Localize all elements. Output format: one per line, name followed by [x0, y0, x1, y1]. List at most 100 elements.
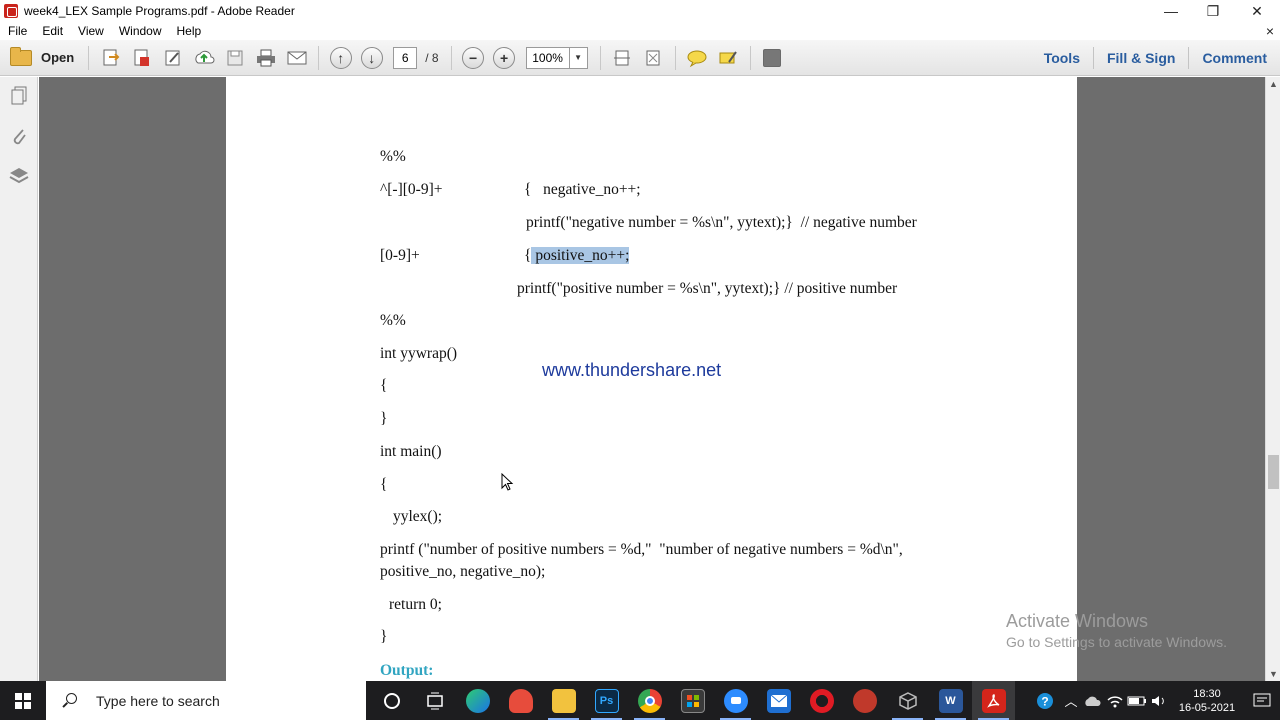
app-red-icon — [852, 688, 877, 713]
email-button[interactable] — [284, 45, 310, 71]
word-button[interactable]: W — [929, 681, 972, 720]
photoshop-button[interactable]: Ps — [585, 681, 628, 720]
tools-button[interactable]: Tools — [1031, 50, 1093, 66]
mail-button[interactable] — [757, 681, 800, 720]
fit-width-button[interactable] — [609, 45, 635, 71]
document-viewport[interactable]: %% ^[-][0-9]+ { negative_no++; printf("n… — [39, 77, 1265, 681]
zoom-value: 100% — [532, 50, 563, 65]
file-explorer-button[interactable] — [542, 681, 585, 720]
toolbar-divider — [674, 45, 676, 70]
chevron-down-icon[interactable]: ▼ — [568, 47, 587, 68]
document-close-button[interactable]: × — [1266, 23, 1274, 39]
opera-button[interactable] — [800, 681, 843, 720]
open-label: Open — [41, 50, 75, 65]
output-heading: Output: — [380, 662, 434, 679]
store-button[interactable] — [671, 681, 714, 720]
scroll-down-icon[interactable]: ▼ — [1266, 667, 1280, 681]
zoom-icon — [723, 688, 748, 713]
page-number-input[interactable]: 6 — [393, 46, 418, 69]
menu-help[interactable]: Help — [169, 24, 209, 38]
chrome-button[interactable] — [628, 681, 671, 720]
next-page-button[interactable]: ↓ — [359, 45, 385, 71]
attachments-icon[interactable] — [9, 125, 29, 147]
menu-window[interactable]: Window — [111, 24, 169, 38]
folder-icon — [10, 46, 32, 66]
search-placeholder: Type here to search — [96, 692, 220, 709]
wifi-icon[interactable] — [1104, 681, 1126, 720]
fit-window-button[interactable] — [640, 45, 666, 71]
chevron-up-icon[interactable]: ︿ — [1060, 681, 1082, 720]
menu-edit[interactable]: Edit — [34, 24, 70, 38]
expand-icon — [763, 48, 782, 67]
taskbar-search[interactable]: Type here to search — [46, 681, 366, 720]
clock[interactable]: 18:30 16-05-2021 — [1170, 687, 1244, 715]
upload-button[interactable] — [191, 45, 217, 71]
minus-icon: − — [462, 46, 485, 69]
taskbar: Type here to search Ps W ? ︿ 18:30 16-05… — [0, 681, 1280, 720]
toolbar: Open ↑ ↓ 6 / 8 − + 100% ▼ Tools Fill & S… — [0, 40, 1280, 76]
envelope-icon — [287, 51, 307, 64]
title-bar: week4_LEX Sample Programs.pdf - Adobe Re… — [0, 0, 1280, 22]
code-line: int main() — [380, 443, 442, 460]
open-button[interactable]: Open — [8, 44, 82, 72]
minimize-button[interactable]: — — [1150, 0, 1192, 22]
help-icon[interactable]: ? — [1030, 681, 1060, 720]
previous-page-button[interactable]: ↑ — [328, 45, 354, 71]
menu-view[interactable]: View — [70, 24, 111, 38]
zoom-in-button[interactable]: + — [491, 45, 517, 71]
arrow-up-icon: ↑ — [329, 46, 352, 69]
start-button[interactable] — [0, 681, 46, 720]
scroll-up-icon[interactable]: ▲ — [1266, 77, 1280, 91]
zoom-button[interactable] — [714, 681, 757, 720]
arrow-down-icon: ↓ — [360, 46, 383, 69]
code-line: [0-9]+ — [380, 247, 420, 264]
full-screen-button[interactable] — [759, 45, 785, 71]
selected-text[interactable]: positive_no++; — [531, 247, 630, 264]
edge-button[interactable] — [456, 681, 499, 720]
comment-button[interactable]: Comment — [1189, 50, 1280, 66]
app-icon — [508, 688, 533, 713]
code-line: printf ("number of positive numbers = %d… — [380, 541, 903, 558]
fit-window-icon — [646, 50, 660, 65]
cortana-button[interactable] — [370, 681, 413, 720]
acrobat-app-icon — [4, 4, 18, 18]
close-button[interactable]: ✕ — [1236, 0, 1278, 22]
fit-page-icon — [614, 50, 631, 65]
save-icon — [227, 50, 243, 65]
edit-pdf-button[interactable] — [160, 45, 186, 71]
zoom-out-button[interactable]: − — [460, 45, 486, 71]
scrollbar-thumb[interactable] — [1268, 455, 1279, 489]
zoom-select[interactable]: 100% ▼ — [525, 46, 588, 69]
app-button[interactable] — [499, 681, 542, 720]
export-pdf-button[interactable] — [129, 45, 155, 71]
toolbar-divider — [318, 45, 320, 70]
task-view-button[interactable] — [413, 681, 456, 720]
layers-icon[interactable] — [9, 165, 29, 187]
create-pdf-button[interactable] — [98, 45, 124, 71]
battery-icon[interactable] — [1126, 681, 1148, 720]
acrobat-button[interactable] — [972, 681, 1015, 720]
code-line: { positive_no++; — [524, 247, 630, 265]
save-button[interactable] — [222, 45, 248, 71]
activate-windows-subtitle: Go to Settings to activate Windows. — [1006, 634, 1227, 650]
vertical-scrollbar[interactable]: ▲ ▼ — [1265, 77, 1280, 681]
page-thumbnails-icon[interactable] — [9, 85, 29, 107]
taskbar-apps: Ps W — [370, 681, 1015, 720]
file-explorer-icon — [551, 688, 576, 713]
clock-date: 16-05-2021 — [1178, 701, 1236, 714]
toolbar-right-panel: Tools Fill & Sign Comment — [1031, 40, 1280, 76]
add-comment-button[interactable] — [684, 45, 710, 71]
onedrive-icon[interactable] — [1082, 681, 1104, 720]
notifications-icon[interactable] — [1244, 681, 1280, 720]
code-line: { negative_no++; — [524, 181, 641, 198]
code-line: } — [380, 410, 388, 427]
menu-file[interactable]: File — [0, 24, 34, 38]
app-red-button[interactable] — [843, 681, 886, 720]
volume-icon[interactable] — [1148, 681, 1170, 720]
restore-button[interactable]: ❐ — [1192, 0, 1234, 22]
highlight-button[interactable] — [715, 45, 741, 71]
speech-bubble-icon — [687, 50, 707, 67]
fill-sign-button[interactable]: Fill & Sign — [1094, 50, 1188, 66]
print-button[interactable] — [253, 45, 279, 71]
virtualbox-button[interactable] — [886, 681, 929, 720]
